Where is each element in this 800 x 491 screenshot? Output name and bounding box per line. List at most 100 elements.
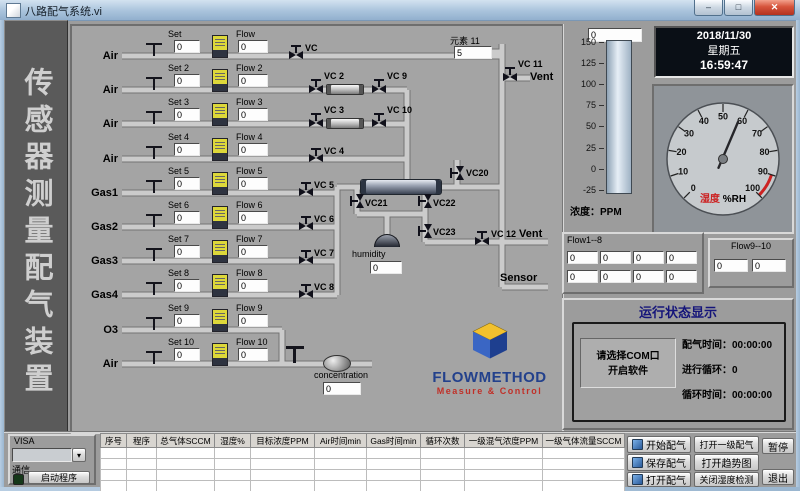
tee-valve-icon[interactable] bbox=[146, 111, 162, 124]
set-label: Set 2 bbox=[168, 63, 189, 73]
valve-vc20-label: VC20 bbox=[466, 168, 489, 178]
valve-vc22-icon[interactable] bbox=[418, 194, 432, 208]
start-program-button[interactable]: 启动程序 bbox=[28, 471, 90, 484]
flow-label: Flow 4 bbox=[236, 132, 263, 142]
mfc-controller-icon bbox=[212, 274, 228, 297]
valve-vc9-icon[interactable] bbox=[372, 79, 386, 93]
tee-valve-icon[interactable] bbox=[146, 282, 162, 295]
datetime-display: 2018/11/30 星期五 16:59:47 bbox=[654, 26, 794, 78]
svg-text:90: 90 bbox=[758, 166, 768, 176]
tee-valve-icon[interactable] bbox=[146, 214, 162, 227]
visa-resource-combo[interactable] bbox=[12, 448, 72, 462]
set-value-input[interactable]: 0 bbox=[174, 143, 200, 156]
set-value-input[interactable]: 0 bbox=[174, 314, 200, 327]
mix-time-label: 配气时间： bbox=[682, 340, 732, 351]
set-value-input[interactable]: 0 bbox=[174, 74, 200, 87]
mix-time-row: 配气时间：00:00:00 bbox=[682, 336, 772, 351]
maximize-button[interactable]: □ bbox=[724, 0, 753, 16]
mix-time-value: 00:00:00 bbox=[732, 340, 772, 351]
flow-label: Flow 6 bbox=[236, 200, 263, 210]
visa-dropdown-button[interactable]: ▾ bbox=[72, 448, 86, 462]
valve-vc3-icon[interactable] bbox=[309, 113, 323, 127]
set-label: Set bbox=[168, 29, 182, 39]
tee-valve-icon[interactable] bbox=[146, 351, 162, 364]
flow-value-display: 0 bbox=[238, 143, 268, 156]
valve-vc5-icon[interactable] bbox=[299, 182, 313, 196]
set-value-input[interactable]: 0 bbox=[174, 279, 200, 292]
tee-valve-icon[interactable] bbox=[286, 346, 304, 363]
valve-vc8-icon[interactable] bbox=[299, 284, 313, 298]
col-header: 序号 bbox=[101, 434, 127, 448]
save-mixing-button[interactable]: 保存配气 bbox=[627, 454, 691, 471]
set-value-input[interactable]: 0 bbox=[174, 245, 200, 258]
gas-source-label: O3 bbox=[74, 324, 118, 336]
open-trend-button[interactable]: 打开趋势图 bbox=[694, 454, 759, 471]
col-header: 程序 bbox=[127, 434, 157, 448]
svg-text:70: 70 bbox=[752, 129, 762, 139]
pause-button[interactable]: 暂停 bbox=[762, 438, 794, 454]
program-table[interactable]: 序号 程序 总气体SCCM 湿度% 目标浓度PPM Air时间min Gas时间… bbox=[100, 433, 625, 491]
tee-valve-icon[interactable] bbox=[146, 180, 162, 193]
gas-source-label: Gas4 bbox=[74, 289, 118, 301]
bar-tick: 125 bbox=[568, 58, 596, 68]
open-mixing-icon bbox=[632, 474, 643, 485]
set-label: Set 6 bbox=[168, 200, 189, 210]
valve-vc23-icon[interactable] bbox=[418, 224, 432, 238]
minimize-button[interactable]: – bbox=[694, 0, 723, 16]
tee-valve-icon[interactable] bbox=[146, 317, 162, 330]
sidebar-title: 传感器测量配气装置 bbox=[5, 35, 67, 431]
set-label: Set 5 bbox=[168, 166, 189, 176]
valve-vc12-icon[interactable] bbox=[475, 231, 489, 245]
valve-vc4-label: VC 4 bbox=[324, 146, 344, 156]
set-value-input[interactable]: 0 bbox=[174, 108, 200, 121]
start-mixing-button[interactable]: 开始配气 bbox=[627, 436, 691, 453]
flow-value-display: 0 bbox=[238, 40, 268, 53]
bar-tick: 0 bbox=[568, 164, 596, 174]
valve-vc4-icon[interactable] bbox=[309, 148, 323, 162]
humidity-off-button[interactable]: 关闭湿度检测 bbox=[694, 472, 759, 487]
element11-input[interactable]: 5 bbox=[454, 46, 492, 59]
concentration-value-display: 0 bbox=[323, 382, 361, 395]
open-mixing-button[interactable]: 打开配气 bbox=[627, 472, 691, 487]
valve-vc10-icon[interactable] bbox=[372, 113, 386, 127]
valve-vc7-icon[interactable] bbox=[299, 250, 313, 264]
tee-valve-icon[interactable] bbox=[146, 77, 162, 90]
valve-vc21-icon[interactable] bbox=[350, 194, 364, 208]
set-value-input[interactable]: 0 bbox=[174, 40, 200, 53]
set-value-input[interactable]: 0 bbox=[174, 348, 200, 361]
title-bar[interactable]: 八路配气系统.vi – □ ✕ bbox=[0, 0, 800, 21]
open-level1-button[interactable]: 打开一级配气 bbox=[694, 436, 759, 453]
set-value-input[interactable]: 0 bbox=[174, 211, 200, 224]
cycle-time-label: 循环时间： bbox=[682, 390, 732, 401]
start-mixing-icon bbox=[632, 439, 643, 450]
vent-mid-label: Vent bbox=[519, 228, 542, 240]
svg-text:80: 80 bbox=[759, 147, 769, 157]
tee-valve-icon[interactable] bbox=[146, 146, 162, 159]
close-button[interactable]: ✕ bbox=[754, 0, 795, 16]
valve-vc6-icon[interactable] bbox=[299, 216, 313, 230]
cycle-time-value: 00:00:00 bbox=[732, 390, 772, 401]
valve-vc21-label: VC21 bbox=[365, 198, 388, 208]
inline-filter-icon bbox=[326, 118, 364, 129]
gas-source-label: Air bbox=[74, 84, 118, 96]
cycle-time-row: 循环时间：00:00:00 bbox=[682, 386, 772, 401]
flow-display: 0 bbox=[633, 251, 664, 264]
valve-vc2-icon[interactable] bbox=[309, 79, 323, 93]
valve-vc20-icon[interactable] bbox=[450, 166, 464, 180]
bar-tick: 50 bbox=[568, 121, 596, 131]
flow-display: 0 bbox=[666, 270, 697, 283]
set-value-input[interactable]: 0 bbox=[174, 177, 200, 190]
valve-vc1-label: VC bbox=[305, 43, 318, 53]
flow-value-display: 0 bbox=[238, 348, 268, 361]
flow910-title: Flow9--10 bbox=[708, 241, 794, 251]
tee-valve-icon[interactable] bbox=[146, 43, 162, 56]
flow-value-display: 0 bbox=[238, 279, 268, 292]
tee-valve-icon[interactable] bbox=[146, 248, 162, 261]
valve-vc11-icon[interactable] bbox=[503, 67, 517, 81]
gas-source-label: Gas2 bbox=[74, 221, 118, 233]
col-header: 湿度% bbox=[215, 434, 251, 448]
valve-vc22-label: VC22 bbox=[433, 198, 456, 208]
exit-button[interactable]: 退出 bbox=[762, 469, 794, 485]
valve-vc1-icon[interactable] bbox=[289, 45, 303, 59]
set-label: Set 10 bbox=[168, 337, 194, 347]
